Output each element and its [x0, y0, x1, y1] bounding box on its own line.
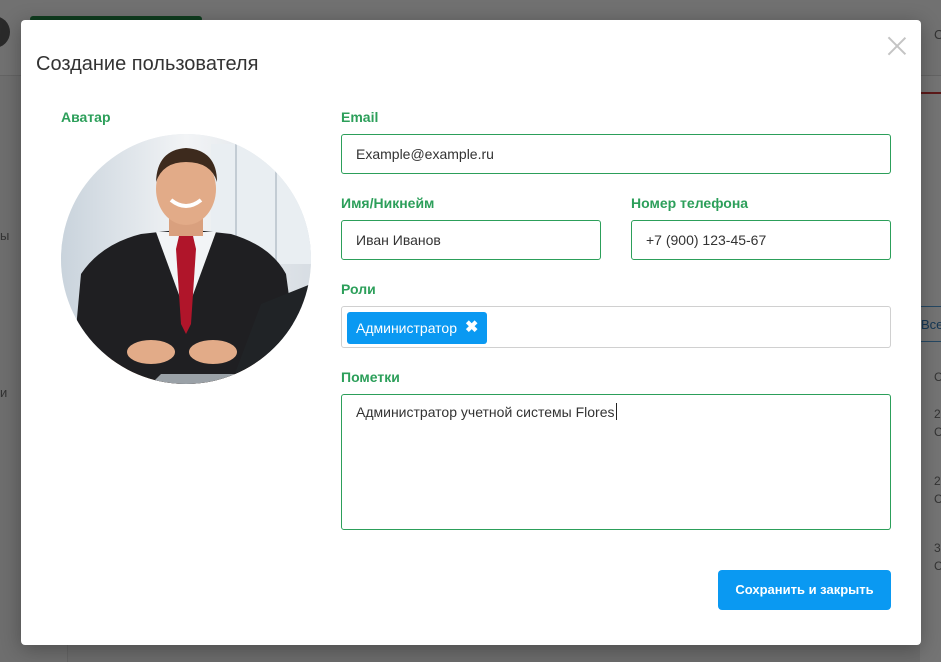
dialog-title: Создание пользователя: [36, 53, 259, 75]
save-and-close-button[interactable]: Сохранить и закрыть: [718, 570, 891, 610]
name-label: Имя/Никнейм: [341, 195, 435, 211]
notes-label: Пометки: [341, 369, 400, 385]
avatar-image[interactable]: [61, 134, 311, 384]
close-icon[interactable]: [885, 34, 909, 58]
role-tag-label: Администратор: [356, 320, 458, 336]
avatar-photo-icon: [61, 134, 311, 384]
notes-text: Администратор учетной системы Flores: [356, 404, 615, 420]
role-tag: Администратор ✖: [347, 312, 488, 344]
notes-textarea[interactable]: Администратор учетной системы Flores: [341, 394, 891, 530]
name-field[interactable]: Иван Иванов: [341, 220, 601, 260]
roles-label: Роли: [341, 281, 376, 297]
phone-field[interactable]: +7 (900) 123-45-67: [631, 220, 891, 260]
email-field[interactable]: Example@example.ru: [341, 134, 891, 174]
phone-label: Номер телефона: [631, 195, 749, 211]
email-label: Email: [341, 109, 379, 125]
avatar-label: Аватар: [61, 109, 111, 125]
create-user-dialog: Создание пользователя Аватар Email Examp…: [21, 20, 921, 645]
remove-role-icon[interactable]: ✖: [465, 312, 478, 344]
roles-select[interactable]: Администратор ✖: [341, 306, 891, 348]
text-cursor: [615, 403, 617, 420]
